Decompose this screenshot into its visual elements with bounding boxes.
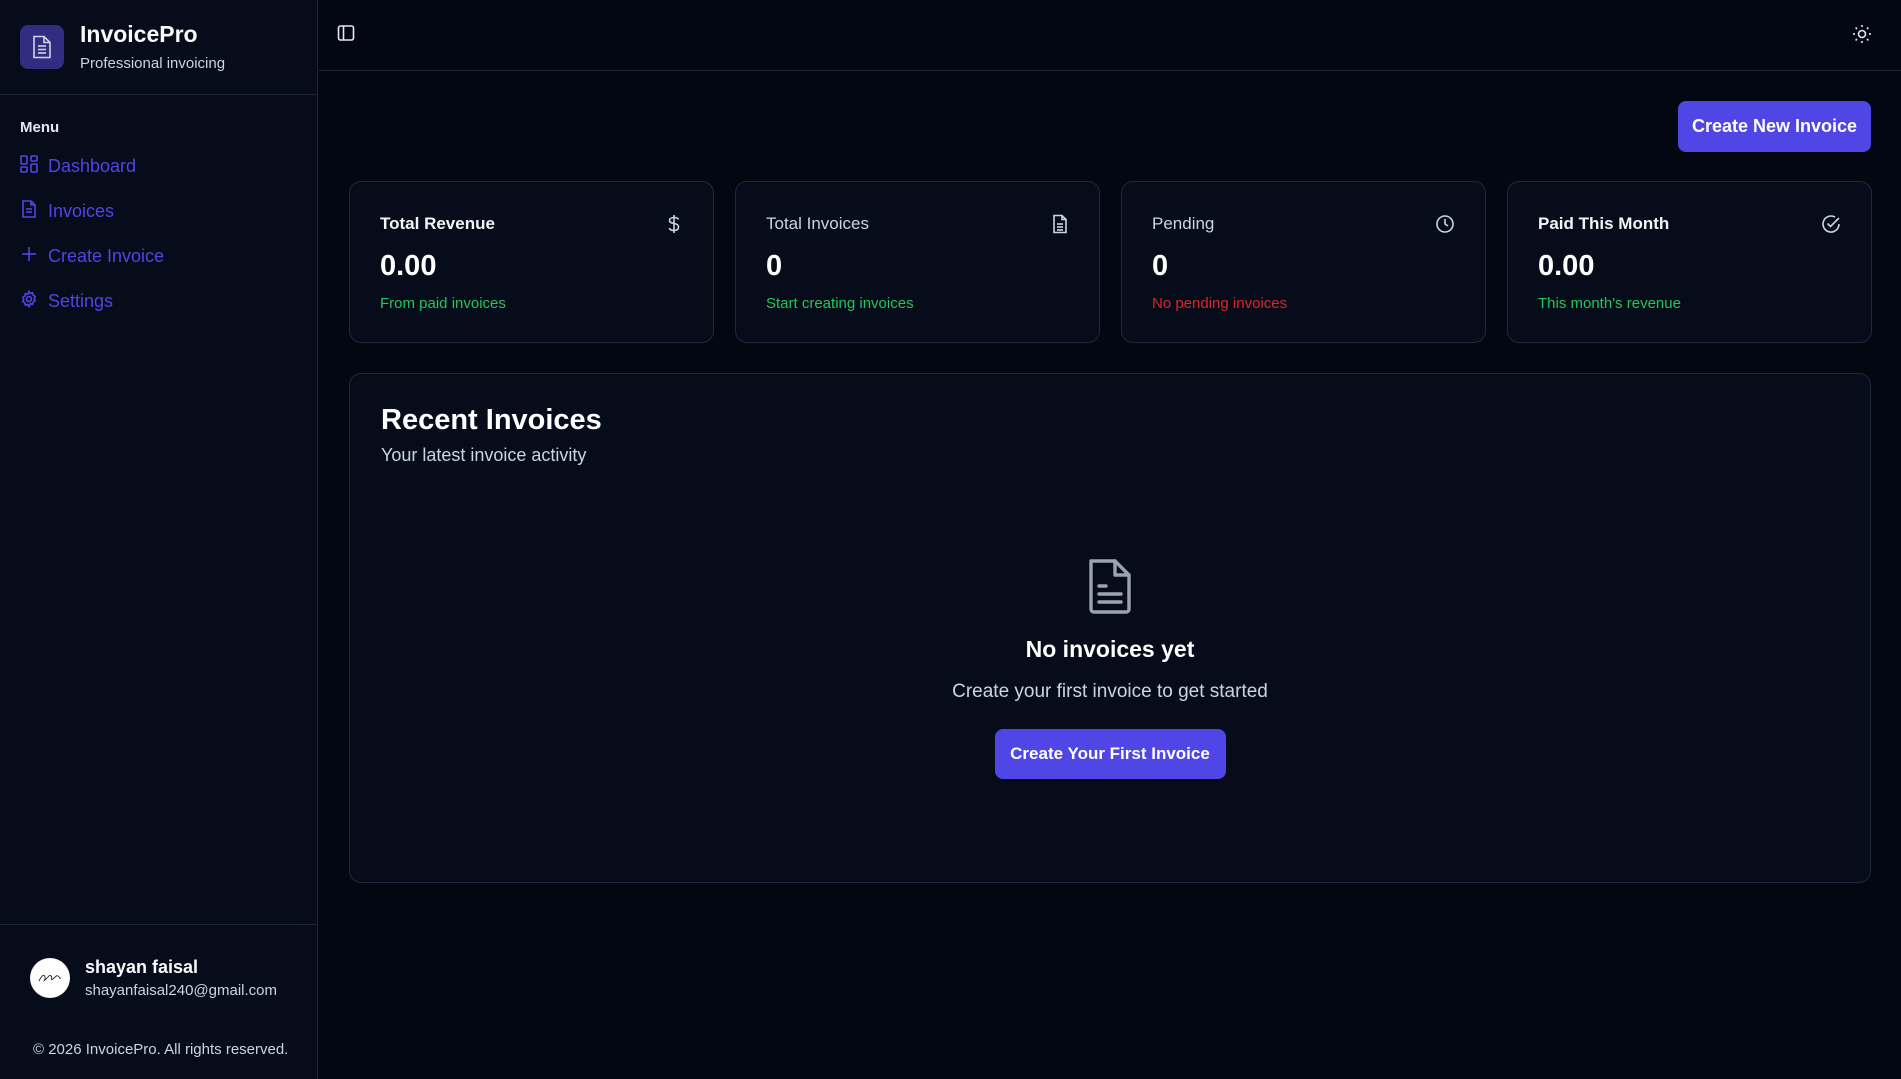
stat-title: Pending	[1152, 214, 1215, 233]
create-new-invoice-button[interactable]: Create New Invoice	[1678, 101, 1871, 152]
menu-label: Menu	[20, 119, 60, 136]
stat-title: Total Revenue	[380, 214, 495, 233]
create-first-invoice-button[interactable]: Create Your First Invoice	[994, 729, 1226, 779]
stat-card-pending: Pending 0 No pending invoices	[1121, 181, 1486, 343]
stats-cards: Total Revenue 0.00 From paid invoices To…	[349, 181, 1872, 343]
main-content: Create New Invoice Total Revenue 0.00 Fr…	[318, 0, 1901, 1079]
sun-icon[interactable]	[1852, 24, 1872, 49]
stat-value: 0.00	[1538, 250, 1595, 282]
sidebar-item-invoices[interactable]: Invoices	[0, 189, 317, 234]
stat-value: 0	[1152, 250, 1169, 282]
stat-card-total-invoices: Total Invoices 0 Start creating invoices	[735, 181, 1100, 343]
plus-icon	[20, 245, 38, 268]
stat-title: Paid This Month	[1538, 214, 1670, 233]
recent-invoices-title: Recent Invoices	[381, 404, 602, 436]
sidebar-item-label: Settings	[48, 291, 114, 311]
sidebar: InvoicePro Professional invoicing Menu D…	[0, 0, 318, 1079]
clock-icon	[1435, 214, 1455, 239]
stat-subtext: From paid invoices	[380, 295, 506, 312]
brand-tagline: Professional invoicing	[80, 54, 226, 72]
recent-invoices-subtitle: Your latest invoice activity	[381, 445, 587, 465]
stat-card-total-revenue: Total Revenue 0.00 From paid invoices	[349, 181, 714, 343]
empty-file-icon	[1085, 557, 1135, 620]
sidebar-item-label: Invoices	[48, 201, 115, 221]
stat-subtext: No pending invoices	[1152, 295, 1288, 312]
recent-invoices-panel: Recent Invoices Your latest invoice acti…	[349, 373, 1871, 883]
sidebar-item-label: Create Invoice	[48, 246, 165, 266]
brand-name: InvoicePro	[80, 21, 198, 48]
sidebar-item-dashboard[interactable]: Dashboard	[0, 144, 317, 189]
copyright: © 2026 InvoicePro. All rights reserved.	[33, 1041, 289, 1058]
dashboard-icon	[20, 155, 38, 178]
empty-state-subtitle: Create your first invoice to get started	[952, 681, 1268, 702]
app: InvoicePro Professional invoicing Menu D…	[0, 0, 1901, 1079]
sidebar-toggle-icon[interactable]	[337, 24, 355, 47]
stat-title: Total Invoices	[766, 214, 869, 233]
avatar	[30, 958, 70, 998]
topbar	[318, 0, 1901, 71]
file-icon	[20, 200, 38, 223]
user-name: shayan faisal	[85, 957, 199, 977]
stat-card-paid-this-month: Paid This Month 0.00 This month's revenu…	[1507, 181, 1872, 343]
dollar-icon	[665, 214, 683, 239]
sidebar-item-label: Dashboard	[48, 156, 137, 176]
empty-state: No invoices yet Create your first invoic…	[350, 557, 1870, 779]
empty-state-title: No invoices yet	[1025, 636, 1195, 662]
stat-subtext: Start creating invoices	[766, 295, 914, 312]
sidebar-item-settings[interactable]: Settings	[0, 279, 317, 324]
invoice-logo-icon	[20, 25, 64, 69]
gear-icon	[20, 289, 38, 313]
file-icon	[1051, 214, 1069, 239]
stat-value: 0.00	[380, 250, 437, 282]
stat-subtext: This month's revenue	[1538, 295, 1681, 312]
check-circle-icon	[1821, 214, 1841, 239]
stat-value: 0	[766, 250, 783, 282]
user-email: shayanfaisal240@gmail.com	[85, 982, 277, 999]
user-profile[interactable]: shayan faisal shayanfaisal240@gmail.com	[0, 924, 317, 999]
sidebar-item-create-invoice[interactable]: Create Invoice	[0, 234, 317, 279]
brand: InvoicePro Professional invoicing	[0, 0, 317, 95]
